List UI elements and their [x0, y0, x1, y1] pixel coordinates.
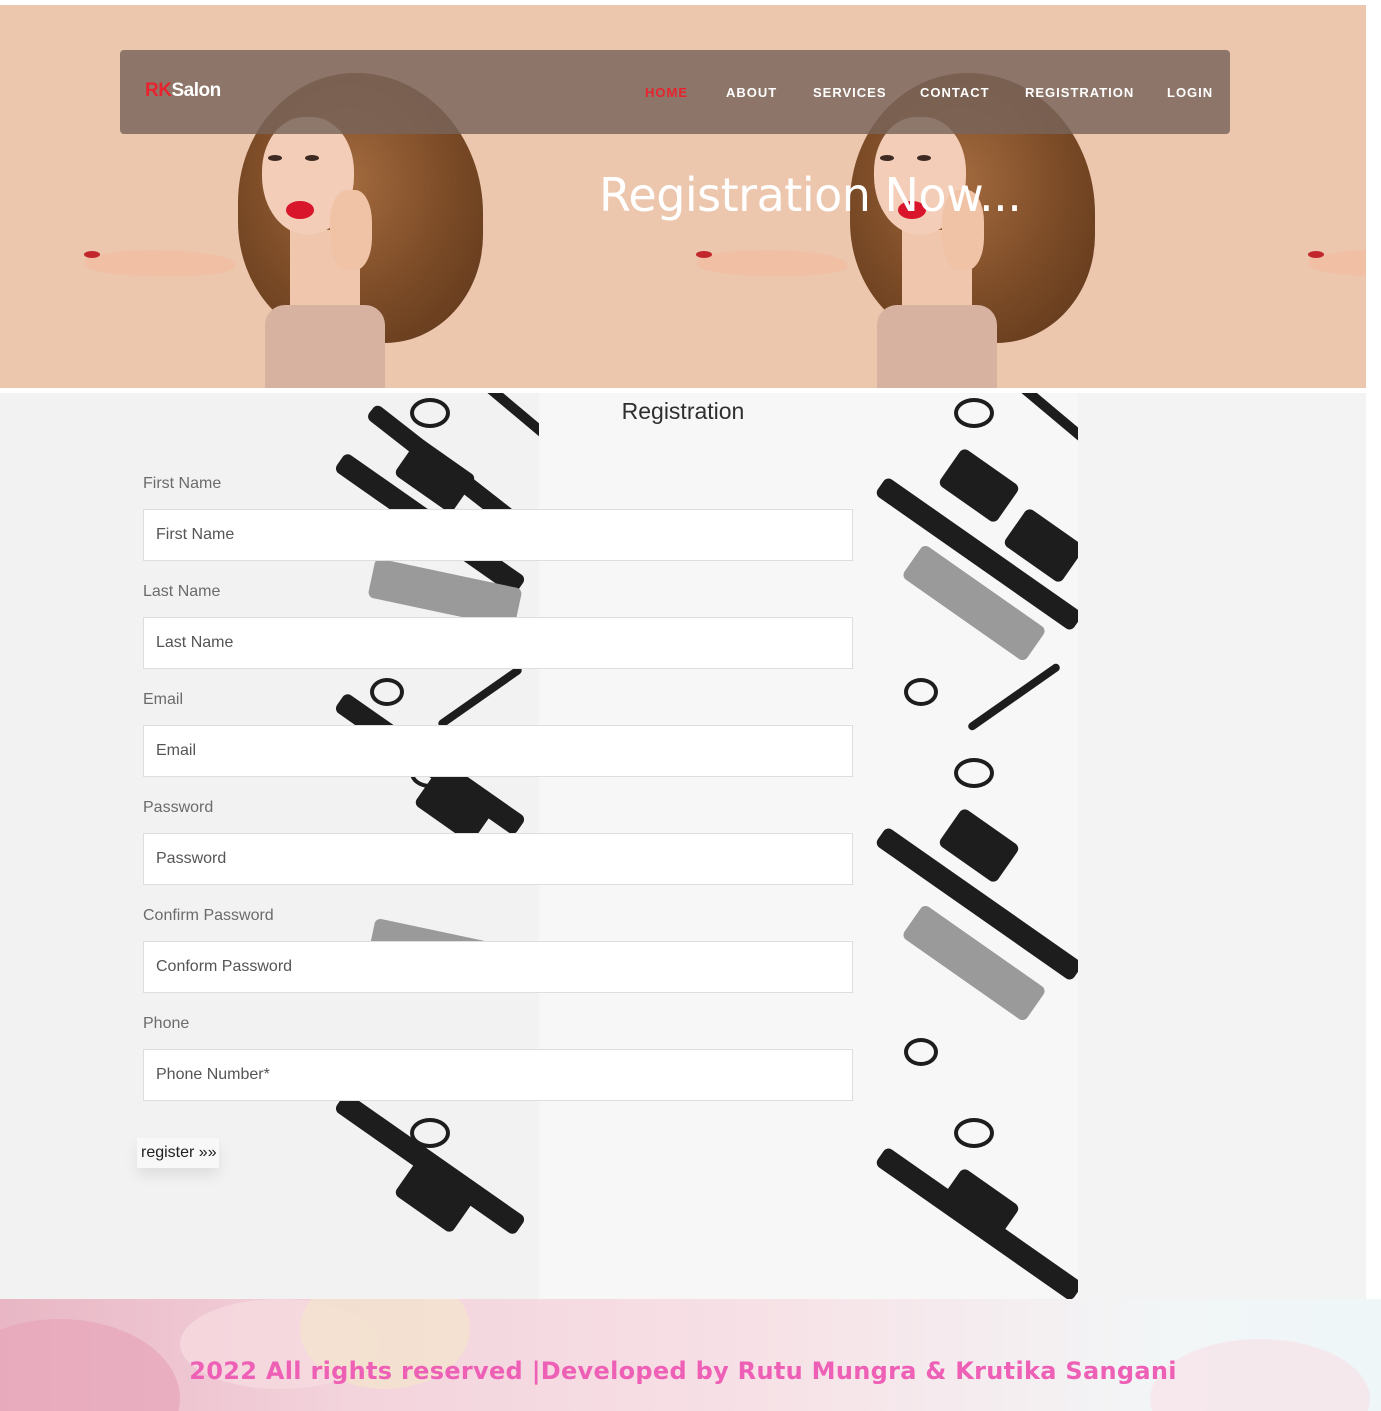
last-name-label: Last Name	[143, 583, 221, 600]
email-input[interactable]	[143, 725, 853, 777]
footer-copyright: 2022 All rights reserved |Developed by R…	[189, 1357, 1177, 1385]
footer: 2022 All rights reserved |Developed by R…	[0, 1299, 1381, 1411]
register-button[interactable]: register »»	[137, 1138, 219, 1168]
email-label: Email	[143, 691, 184, 708]
nav-home[interactable]: HOME	[645, 85, 688, 100]
nav-contact[interactable]: CONTACT	[920, 85, 990, 100]
page: RKSalon HOME ABOUT SERVICES CONTACT REGI…	[0, 0, 1381, 1411]
registration-section: Registration First Name Last Name Email …	[0, 393, 1366, 1299]
brand-logo[interactable]: RKSalon	[145, 80, 221, 102]
brand-prefix: RK	[145, 80, 172, 101]
last-name-input[interactable]	[143, 617, 853, 669]
hero-title: Registration Now...	[599, 168, 1022, 222]
nav-registration[interactable]: REGISTRATION	[1025, 85, 1134, 100]
phone-input[interactable]	[143, 1049, 853, 1101]
nav-services[interactable]: SERVICES	[813, 85, 887, 100]
confirm-password-input[interactable]	[143, 941, 853, 993]
first-name-label: First Name	[143, 475, 222, 492]
hero-image-model	[1224, 5, 1366, 388]
confirm-password-label: Confirm Password	[143, 907, 274, 924]
nav-about[interactable]: ABOUT	[726, 85, 777, 100]
brand-name: Salon	[171, 80, 221, 101]
phone-label: Phone	[143, 1015, 190, 1032]
nav-login[interactable]: LOGIN	[1167, 85, 1213, 100]
form-title: Registration	[621, 398, 745, 424]
hero-banner: RKSalon HOME ABOUT SERVICES CONTACT REGI…	[0, 5, 1366, 388]
password-input[interactable]	[143, 833, 853, 885]
background-tools-image	[1078, 393, 1366, 1299]
navbar: RKSalon HOME ABOUT SERVICES CONTACT REGI…	[120, 50, 1230, 134]
password-label: Password	[143, 799, 214, 816]
first-name-input[interactable]	[143, 509, 853, 561]
